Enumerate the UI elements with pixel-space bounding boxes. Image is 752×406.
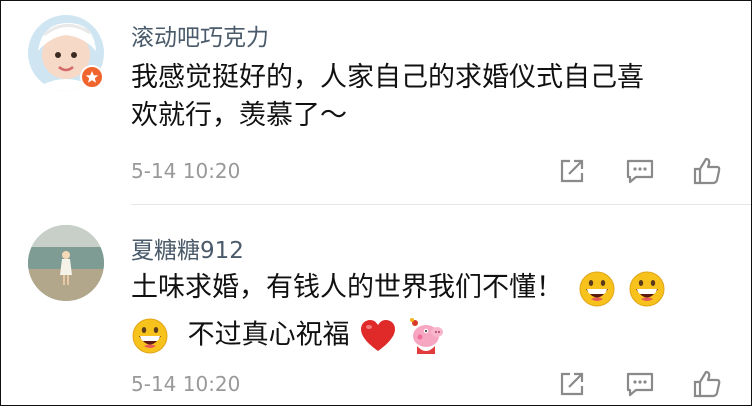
peppa-pig-emoji bbox=[409, 317, 443, 354]
comment-button[interactable] bbox=[624, 368, 656, 400]
username[interactable]: 夏糖糖912 bbox=[131, 231, 244, 265]
comment-line: 不过真心祝福 bbox=[131, 316, 721, 356]
grinning-face-emoji bbox=[132, 318, 168, 353]
user-avatar[interactable] bbox=[28, 225, 104, 301]
timestamp: 5-14 10:20 bbox=[131, 372, 241, 396]
beach-photo-avatar-icon bbox=[28, 225, 104, 301]
comment-line-text: 不过真心祝福 bbox=[187, 319, 350, 350]
grinning-face-emoji bbox=[629, 271, 665, 306]
comment-line: 土味求婚，有钱人的世界我们不懂！ bbox=[131, 269, 721, 308]
comment-item: 夏糖糖912 土味求婚，有钱人的世界我们不懂！ 不过真心祝福 5-14 10:2… bbox=[1, 205, 751, 405]
comment-text: 土味求婚，有钱人的世界我们不懂！ 不过真心祝福 bbox=[131, 269, 721, 356]
share-icon bbox=[560, 159, 584, 183]
red-heart-emoji bbox=[361, 319, 396, 351]
like-icon bbox=[693, 157, 721, 185]
grinning-face-emoji bbox=[579, 271, 615, 306]
comment-list: 滚动吧巧克力 我感觉挺好的，人家自己的求婚仪式自己喜 欢就行，羡慕了～ 5-14… bbox=[0, 0, 752, 406]
like-button[interactable] bbox=[691, 155, 723, 187]
star-badge-icon bbox=[80, 65, 104, 89]
comment-icon bbox=[626, 159, 654, 184]
like-button[interactable] bbox=[691, 368, 723, 400]
comment-button[interactable] bbox=[624, 155, 656, 187]
username[interactable]: 滚动吧巧克力 bbox=[131, 18, 269, 52]
share-button[interactable] bbox=[556, 155, 588, 187]
share-button[interactable] bbox=[556, 368, 588, 400]
share-icon bbox=[560, 372, 584, 396]
comment-line: 我感觉挺好的，人家自己的求婚仪式自己喜 bbox=[131, 62, 644, 93]
comment-line-text: 土味求婚，有钱人的世界我们不懂！ bbox=[131, 272, 563, 303]
like-icon bbox=[693, 370, 721, 398]
comment-text: 我感觉挺好的，人家自己的求婚仪式自己喜 欢就行，羡慕了～ bbox=[131, 59, 721, 135]
comment-line: 欢就行，羡慕了～ bbox=[131, 100, 347, 131]
timestamp: 5-14 10:20 bbox=[131, 159, 241, 183]
comment-item: 滚动吧巧克力 我感觉挺好的，人家自己的求婚仪式自己喜 欢就行，羡慕了～ 5-14… bbox=[1, 1, 751, 204]
comment-icon bbox=[626, 372, 654, 397]
